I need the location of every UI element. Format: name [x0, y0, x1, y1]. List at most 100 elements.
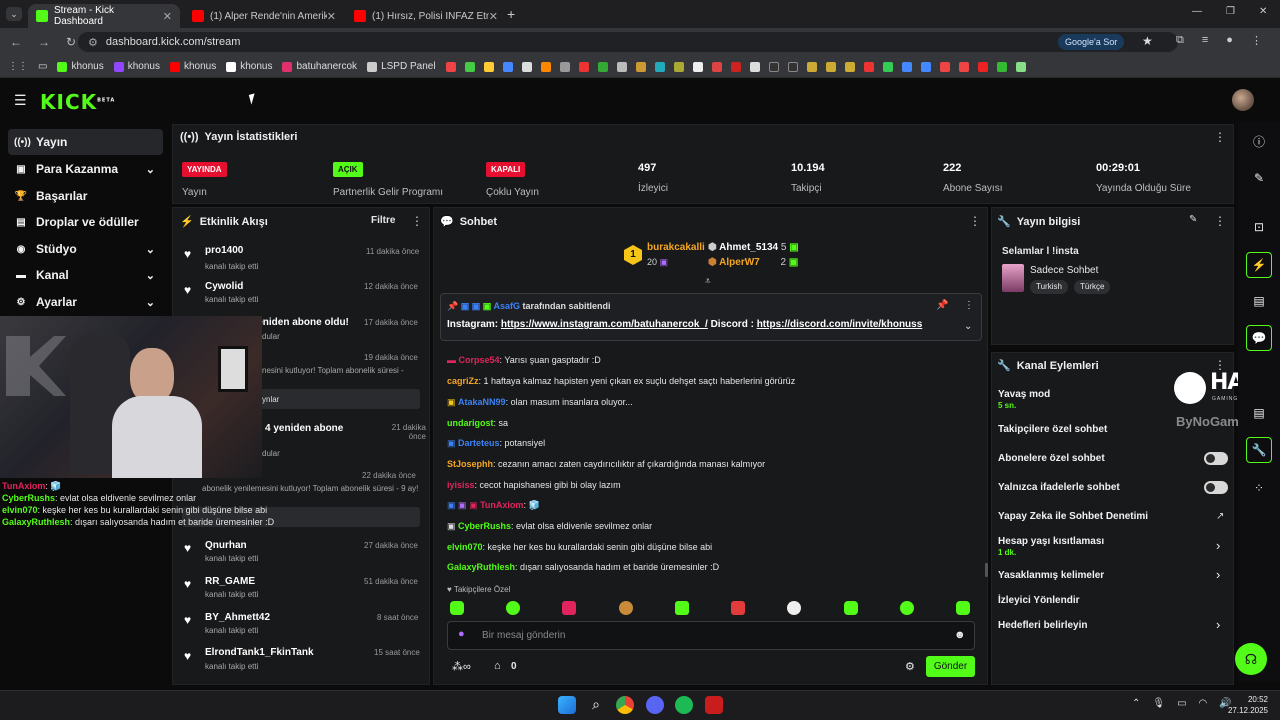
event-user[interactable]: Cywolid — [205, 281, 243, 292]
subscribers-only-toggle[interactable] — [1204, 452, 1228, 465]
tab-youtube-2[interactable]: (1) Hırsız, Polisi İNFAZ Etmeye Ç... ✕ — [346, 4, 506, 28]
emote-icon[interactable] — [787, 601, 802, 615]
obs-icon[interactable] — [705, 696, 723, 714]
chat-menu-icon[interactable]: ⋮ — [969, 214, 981, 228]
bookmark-twitch[interactable]: khonus — [113, 61, 160, 72]
emote-icon[interactable] — [843, 601, 858, 615]
pinned-menu-icon[interactable]: ⋮ — [964, 300, 974, 311]
banned-words[interactable]: Yasaklanmış kelimeler — [998, 570, 1104, 581]
new-tab-icon[interactable]: + — [507, 6, 515, 22]
forward-icon[interactable]: → — [38, 35, 50, 49]
sidebar-item-kanal[interactable]: ▬ Kanal ⌄ — [8, 262, 163, 288]
wrench-icon[interactable]: 🔧 — [1246, 437, 1272, 463]
tab-kick-dashboard[interactable]: Stream - Kick Dashboard ✕ — [28, 4, 180, 28]
bookmark-kick[interactable]: khonus — [57, 61, 104, 72]
sidebar-item-para-kazanma[interactable]: ▣ Para Kazanma ⌄ — [8, 156, 163, 182]
close-tab-icon[interactable]: ✕ — [163, 10, 172, 23]
event-user[interactable]: 4 yeniden abone — [265, 423, 343, 434]
minimize-icon[interactable]: — — [1192, 6, 1202, 17]
tag[interactable]: Türkçe — [1074, 280, 1111, 294]
address-bar[interactable]: ⚙ dashboard.kick.com/stream — [78, 32, 1178, 52]
wifi-icon[interactable]: ◠ — [1199, 698, 1208, 709]
filter-button[interactable]: Filtre — [371, 215, 395, 226]
emote-icon[interactable] — [674, 601, 689, 615]
emoji-icon[interactable]: ☻ — [954, 629, 966, 641]
expand-chevron-icon[interactable]: ⌄ — [964, 321, 972, 332]
leader-name[interactable]: burakcakalli — [647, 242, 705, 253]
back-icon[interactable]: ← — [10, 35, 22, 49]
leader-row[interactable]: ⬢ Ahmet_5134 5 ▣ — [708, 242, 799, 253]
google-ask-button[interactable]: Google'a Sor — [1058, 34, 1125, 50]
mic-icon[interactable]: 🎙 — [1152, 698, 1165, 709]
spotify-icon[interactable] — [675, 696, 693, 714]
mic-icon[interactable]: ● — [458, 628, 465, 640]
kick-logo[interactable]: KICKBETA — [40, 90, 115, 114]
slow-mode[interactable]: Yavaş mod — [998, 389, 1050, 400]
bookmark-x[interactable]: khonus — [226, 61, 272, 72]
bookmark-icons-row[interactable] — [445, 61, 1026, 72]
leader-row[interactable]: ⬢ AlperW7 2 ▣ — [708, 257, 798, 268]
camera-icon[interactable]: ⊡ — [1246, 214, 1272, 240]
reload-icon[interactable]: ↻ — [66, 35, 76, 49]
document-icon[interactable]: ▤ — [1246, 288, 1272, 314]
chevron-right-icon[interactable]: › — [1216, 538, 1220, 553]
apps-icon[interactable]: ⋮⋮ — [8, 61, 28, 72]
emote-icon[interactable] — [618, 601, 633, 615]
pencil-icon[interactable]: ✎ — [1246, 165, 1272, 191]
site-info-icon[interactable]: ⚙ — [88, 36, 98, 49]
bookmark-lspd[interactable]: LSPD Panel — [367, 61, 436, 72]
edit-icon[interactable]: ✎ — [1189, 214, 1197, 225]
chrome-icon[interactable] — [616, 696, 634, 714]
user-avatar[interactable] — [1232, 89, 1254, 111]
emote-icon[interactable] — [562, 601, 577, 615]
bookmark-youtube[interactable]: khonus — [169, 61, 216, 72]
external-link-icon[interactable]: ↗ — [1216, 511, 1224, 522]
hamburger-menu-icon[interactable]: ☰ — [14, 92, 27, 109]
unpin-icon[interactable]: 📌 — [936, 300, 948, 311]
emote-icon[interactable] — [450, 601, 464, 615]
event-user[interactable]: BY_Ahmett42 — [205, 612, 270, 623]
display-icon[interactable]: ▭ — [1177, 698, 1186, 709]
set-goals[interactable]: Hedefleri belirleyin — [998, 620, 1087, 631]
emote-icon[interactable] — [506, 601, 521, 615]
chat-scrollbar[interactable] — [985, 563, 988, 577]
chat-settings-icon[interactable]: ⚙ — [905, 660, 915, 673]
event-user[interactable]: Qnurhan — [205, 540, 247, 551]
folder-icon[interactable]: ▭ — [38, 61, 47, 72]
chat-icon[interactable]: 💬 — [1246, 325, 1272, 351]
account-age-restriction[interactable]: Hesap yaşı kısıtlaması — [998, 536, 1104, 547]
maximize-icon[interactable]: ❐ — [1226, 6, 1235, 17]
sidebar-item-yayin[interactable]: ((•)) Yayın — [8, 129, 163, 155]
sidebar-item-droplar[interactable]: ▤ Droplar ve ödüller — [8, 209, 163, 235]
stats-menu-icon[interactable]: ⋮ — [1214, 130, 1226, 144]
windows-start-icon[interactable] — [558, 696, 576, 714]
lightning-icon[interactable]: ⚡ — [1246, 252, 1272, 278]
event-user[interactable]: ElrondTank1_FkinTank — [205, 647, 314, 658]
support-headset-icon[interactable]: ☊ — [1235, 643, 1267, 675]
category-name[interactable]: Sadece Sohbet — [1030, 265, 1098, 276]
chevron-right-icon[interactable]: › — [1216, 567, 1220, 582]
discord-link[interactable]: https://discord.com/invite/khonuss — [757, 319, 923, 330]
extensions-icon[interactable]: ⧉ — [1176, 34, 1184, 47]
store-icon[interactable]: ⌂ — [494, 660, 501, 672]
chevron-right-icon[interactable]: › — [1216, 617, 1220, 632]
discord-icon[interactable] — [646, 696, 664, 714]
tab-youtube-1[interactable]: (1) Alper Rende'nin Amerikan P... ✕ — [184, 4, 344, 28]
category-thumbnail[interactable] — [1002, 264, 1024, 292]
close-window-icon[interactable]: ✕ — [1259, 6, 1267, 17]
emote-icon[interactable] — [899, 601, 914, 615]
tag[interactable]: Turkish — [1030, 280, 1068, 294]
close-tab-icon[interactable]: ✕ — [489, 10, 498, 23]
emote-icon[interactable] — [731, 601, 746, 615]
tray-chevron-icon[interactable]: ⌃ — [1132, 698, 1140, 709]
raid-viewers[interactable]: İzleyici Yönlendir — [998, 595, 1080, 606]
emote-only-chat[interactable]: Yalnızca ifadelerle sohbet — [998, 482, 1120, 493]
event-user[interactable]: pro1400 — [205, 245, 243, 256]
event-user[interactable]: RR_GAME — [205, 576, 255, 587]
infinity-points-icon[interactable]: ⁂∞ — [452, 660, 471, 673]
menu-icon[interactable]: ⋮ — [1251, 34, 1262, 47]
profile-icon[interactable]: ● — [1226, 34, 1233, 47]
player-icon[interactable]: ▤ — [1246, 400, 1272, 426]
followers-only-chat[interactable]: Takipçilere özel sohbet — [998, 424, 1107, 435]
bookmark-star-icon[interactable]: ★ — [1142, 34, 1153, 48]
